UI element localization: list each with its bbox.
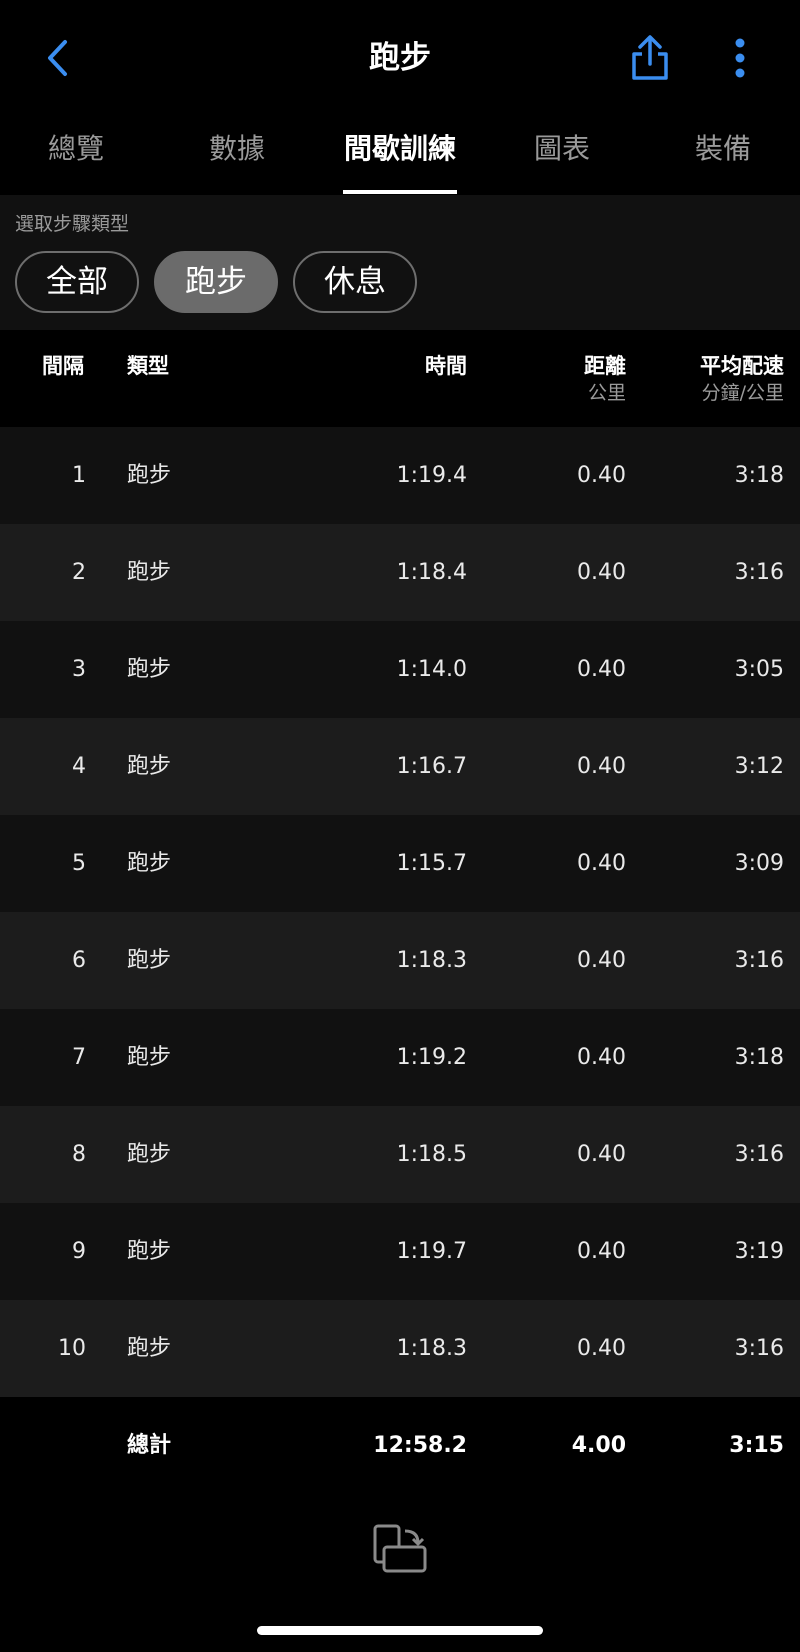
table-row[interactable]: 10 跑步 1:18.3 0.40 3:16	[0, 1300, 800, 1397]
interval-type: 跑步	[127, 1336, 172, 1361]
interval-time: 1:19.4	[396, 463, 467, 488]
interval-time: 1:18.4	[396, 560, 467, 585]
interval-number: 8	[72, 1142, 86, 1167]
interval-time: 1:18.3	[396, 948, 467, 973]
share-button[interactable]	[628, 34, 672, 82]
interval-number: 10	[58, 1336, 86, 1361]
interval-number: 5	[72, 851, 86, 876]
filter-label: 選取步驟類型	[15, 213, 130, 235]
interval-pace: 3:16	[734, 948, 784, 973]
interval-type: 跑步	[127, 754, 172, 779]
total-label: 總計	[127, 1433, 172, 1458]
header-time: 時間	[425, 354, 467, 378]
interval-table: 1 跑步 1:19.4 0.40 3:18 2 跑步 1:18.4 0.40 3…	[0, 427, 800, 1397]
more-vertical-icon	[735, 38, 745, 78]
tab-gear[interactable]: 裝備	[695, 129, 751, 169]
interval-type: 跑步	[127, 1045, 172, 1070]
table-header: 間隔 類型 時間 距離 公里 平均配速 分鐘/公里	[0, 330, 800, 427]
top-bar: 跑步	[0, 0, 800, 115]
interval-pace: 3:16	[734, 560, 784, 585]
chip-run[interactable]: 跑步	[154, 251, 278, 313]
interval-type: 跑步	[127, 948, 172, 973]
interval-distance: 0.40	[577, 463, 626, 488]
interval-time: 1:14.0	[396, 657, 467, 682]
header-pace: 平均配速	[700, 354, 784, 378]
rotate-screen-icon	[373, 1524, 427, 1573]
table-row[interactable]: 2 跑步 1:18.4 0.40 3:16	[0, 524, 800, 621]
table-row[interactable]: 6 跑步 1:18.3 0.40 3:16	[0, 912, 800, 1009]
interval-pace: 3:12	[734, 754, 784, 779]
tab-intervals[interactable]: 間歇訓練	[344, 129, 456, 169]
total-row: 總計 12:58.2 4.00 3:15	[0, 1397, 800, 1494]
table-row[interactable]: 4 跑步 1:16.7 0.40 3:12	[0, 718, 800, 815]
interval-type: 跑步	[127, 463, 172, 488]
table-row[interactable]: 5 跑步 1:15.7 0.40 3:09	[0, 815, 800, 912]
total-pace: 3:15	[729, 1433, 784, 1458]
interval-pace: 3:16	[734, 1142, 784, 1167]
interval-number: 7	[72, 1045, 86, 1070]
active-tab-indicator	[343, 190, 457, 194]
step-type-filter: 選取步驟類型 全部 跑步 休息	[0, 195, 800, 330]
tab-bar: 總覽 數據 間歇訓練 圖表 裝備	[0, 115, 800, 195]
interval-distance: 0.40	[577, 851, 626, 876]
interval-distance: 0.40	[577, 1336, 626, 1361]
header-interval: 間隔	[42, 354, 84, 378]
interval-number: 3	[72, 657, 86, 682]
interval-time: 1:19.7	[396, 1239, 467, 1264]
interval-number: 9	[72, 1239, 86, 1264]
interval-number: 4	[72, 754, 86, 779]
interval-number: 1	[72, 463, 86, 488]
tab-charts[interactable]: 圖表	[534, 129, 590, 169]
header-pace-unit: 分鐘/公里	[701, 382, 784, 404]
interval-type: 跑步	[127, 851, 172, 876]
interval-number: 2	[72, 560, 86, 585]
chip-all[interactable]: 全部	[15, 251, 139, 313]
interval-time: 1:18.3	[396, 1336, 467, 1361]
interval-type: 跑步	[127, 1142, 172, 1167]
interval-distance: 0.40	[577, 754, 626, 779]
rotate-screen-button[interactable]	[372, 1523, 428, 1575]
header-type: 類型	[127, 354, 169, 378]
header-distance-unit: 公里	[587, 382, 626, 404]
interval-pace: 3:05	[734, 657, 784, 682]
page-title: 跑步	[369, 40, 431, 76]
interval-type: 跑步	[127, 560, 172, 585]
interval-time: 1:18.5	[396, 1142, 467, 1167]
interval-distance: 0.40	[577, 948, 626, 973]
interval-distance: 0.40	[577, 1045, 626, 1070]
interval-type: 跑步	[127, 657, 172, 682]
table-row[interactable]: 8 跑步 1:18.5 0.40 3:16	[0, 1106, 800, 1203]
total-distance: 4.00	[571, 1433, 626, 1458]
interval-pace: 3:16	[734, 1336, 784, 1361]
interval-distance: 0.40	[577, 1142, 626, 1167]
more-button[interactable]	[726, 36, 754, 80]
interval-pace: 3:18	[734, 463, 784, 488]
tab-overview[interactable]: 總覽	[48, 129, 104, 169]
home-indicator	[257, 1626, 543, 1635]
interval-pace: 3:19	[734, 1239, 784, 1264]
chip-rest[interactable]: 休息	[293, 251, 417, 313]
interval-time: 1:15.7	[396, 851, 467, 876]
interval-number: 6	[72, 948, 86, 973]
interval-distance: 0.40	[577, 657, 626, 682]
interval-time: 1:16.7	[396, 754, 467, 779]
interval-distance: 0.40	[577, 1239, 626, 1264]
table-row[interactable]: 9 跑步 1:19.7 0.40 3:19	[0, 1203, 800, 1300]
table-row[interactable]: 7 跑步 1:19.2 0.40 3:18	[0, 1009, 800, 1106]
share-icon	[632, 35, 668, 80]
interval-pace: 3:09	[734, 851, 784, 876]
interval-time: 1:19.2	[396, 1045, 467, 1070]
table-row[interactable]: 1 跑步 1:19.4 0.40 3:18	[0, 427, 800, 524]
interval-pace: 3:18	[734, 1045, 784, 1070]
header-distance: 距離	[584, 354, 626, 378]
interval-type: 跑步	[127, 1239, 172, 1264]
table-row[interactable]: 3 跑步 1:14.0 0.40 3:05	[0, 621, 800, 718]
total-time: 12:58.2	[373, 1433, 467, 1458]
interval-distance: 0.40	[577, 560, 626, 585]
tab-data[interactable]: 數據	[209, 129, 265, 169]
